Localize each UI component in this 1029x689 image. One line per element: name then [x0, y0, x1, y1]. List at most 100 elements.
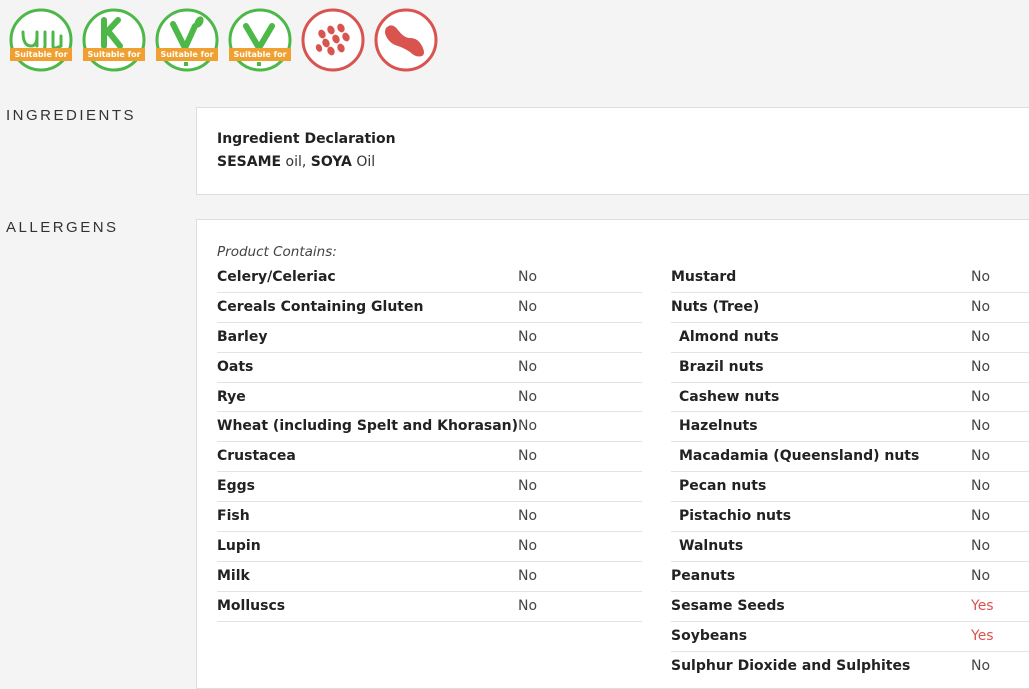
allergen-value: No	[518, 269, 538, 285]
allergen-row: Brazil nuts No	[671, 353, 1029, 383]
allergen-row: Molluscs No	[217, 592, 642, 622]
allergen-name: Rye	[217, 388, 246, 405]
allergen-value: No	[518, 448, 538, 465]
allergen-name: Wheat (including Spelt and Khorasan)	[217, 418, 519, 435]
allergen-value: No	[971, 269, 991, 285]
allergen-name: Molluscs	[217, 597, 286, 614]
allergen-name: Soybeans	[671, 627, 748, 644]
allergen-value: No	[971, 388, 991, 405]
allergens-section-label: ALLERGENS	[6, 219, 119, 236]
allergen-row: Fish No	[217, 502, 642, 533]
allergen-value: No	[971, 358, 991, 375]
allergen-name: Pecan nuts	[679, 478, 767, 495]
ingredient-part: SESAME	[217, 154, 282, 170]
allergen-value: No	[971, 567, 991, 584]
allergen-value: No	[518, 508, 538, 525]
allergen-name: Sesame Seeds	[671, 597, 785, 614]
allergen-name: Cashew nuts	[679, 388, 780, 405]
allergen-list-right: Mustard No Nuts (Tree) No Almond nuts No Brazi…	[671, 263, 1029, 681]
allergen-value: No	[971, 448, 991, 465]
allergen-row: Almond nuts No	[671, 323, 1029, 353]
allergen-value: No	[971, 328, 991, 345]
allergen-value: No	[518, 358, 538, 375]
soybean-icon	[374, 8, 438, 72]
allergen-value: No	[971, 508, 991, 525]
allergen-row: Peanuts No	[671, 562, 1029, 592]
vegan-icon	[228, 8, 292, 72]
suitable-for-band: Suitable for	[156, 48, 218, 61]
allergen-row: Cashew nuts No	[671, 383, 1029, 413]
allergen-row: Eggs No	[217, 472, 642, 503]
suitable-for-band: Suitable for	[10, 48, 72, 61]
soybean-allergen-badge	[374, 8, 438, 72]
allergen-name: Walnuts	[679, 538, 744, 555]
product-contains-label: Product Contains:	[217, 244, 337, 260]
dietary-badges: Suitable for Suitable for Suitable for S…	[9, 8, 438, 72]
allergen-value: No	[518, 328, 538, 345]
allergen-value: No	[518, 478, 538, 495]
allergen-value: Yes	[971, 627, 994, 644]
allergen-name: Milk	[217, 567, 250, 584]
allergen-row: Milk No	[217, 562, 642, 592]
allergen-row: Crustacea No	[217, 442, 642, 473]
allergen-name: Lupin	[217, 538, 261, 555]
allergen-list-left: Celery/Celeriac No Cereals Containing Glut…	[217, 263, 642, 622]
allergen-name: Hazelnuts	[679, 418, 758, 435]
kosher-icon	[82, 8, 146, 72]
ingredients-section-label: INGREDIENTS	[6, 107, 137, 124]
allergen-row: Lupin No	[217, 532, 642, 562]
allergen-value: No	[971, 657, 991, 674]
allergen-name: Macadamia (Queensland) nuts	[679, 448, 920, 465]
allergen-row: Sesame Seeds Yes	[671, 592, 1029, 622]
allergen-row: Pecan nuts No	[671, 472, 1029, 503]
allergen-row: Wheat (including Spelt and Khorasan) No	[217, 412, 642, 443]
allergen-row: Macadamia (Queensland) nuts No	[671, 442, 1029, 473]
allergen-name: Almond nuts	[679, 328, 779, 345]
allergen-name: Sulphur Dioxide and Sulphites	[671, 657, 911, 674]
allergen-row: Walnuts No	[671, 532, 1029, 562]
allergen-name: Eggs	[217, 478, 255, 495]
allergen-name: Oats	[217, 358, 254, 375]
vegetarian-badge: Suitable for	[155, 8, 219, 72]
allergen-value: No	[518, 567, 538, 584]
allergen-value: No	[518, 418, 538, 435]
allergen-value: No	[518, 538, 538, 555]
allergen-value: No	[518, 298, 538, 315]
allergen-row: Soybeans Yes	[671, 622, 1029, 652]
ingredient-part: oil,	[281, 154, 311, 170]
ingredient-declaration-title: Ingredient Declaration	[217, 131, 396, 147]
allergen-row: Mustard No	[671, 263, 1029, 293]
allergen-name: Crustacea	[217, 448, 296, 465]
allergen-name: Cereals Containing Gluten	[217, 298, 424, 315]
halal-badge: Suitable for	[9, 8, 73, 72]
vegan-badge: Suitable for	[228, 8, 292, 72]
allergen-name: Pistachio nuts	[679, 508, 792, 525]
allergen-value: No	[971, 418, 991, 435]
allergen-name: Celery/Celeriac	[217, 269, 336, 285]
kosher-badge: Suitable for	[82, 8, 146, 72]
allergen-name: Peanuts	[671, 567, 736, 584]
ingredient-declaration-text: SESAME oil, SOYA Oil	[217, 154, 375, 170]
allergen-name: Mustard	[671, 269, 737, 285]
allergen-row: Hazelnuts No	[671, 412, 1029, 443]
allergen-row: Rye No	[217, 383, 642, 413]
allergen-value: No	[518, 388, 538, 405]
allergen-value: Yes	[971, 597, 994, 614]
allergen-row: Barley No	[217, 323, 642, 353]
ingredient-part: Oil	[351, 154, 376, 170]
allergen-value: No	[971, 298, 991, 315]
allergen-value: No	[518, 597, 538, 614]
allergen-row: Nuts (Tree) No	[671, 293, 1029, 323]
halal-icon	[9, 8, 73, 72]
allergen-row: Sulphur Dioxide and Sulphites No	[671, 652, 1029, 682]
allergen-name: Barley	[217, 328, 268, 345]
ingredient-part: SOYA	[310, 154, 352, 170]
suitable-for-band: Suitable for	[83, 48, 145, 61]
ingredients-panel: Ingredient Declaration SESAME oil, SOYA …	[196, 107, 1029, 195]
allergen-row: Celery/Celeriac No	[217, 263, 642, 293]
allergen-row: Pistachio nuts No	[671, 502, 1029, 533]
allergen-value: No	[971, 538, 991, 555]
allergen-name: Brazil nuts	[679, 358, 764, 375]
allergen-row: Oats No	[217, 353, 642, 383]
allergen-name: Fish	[217, 508, 250, 525]
